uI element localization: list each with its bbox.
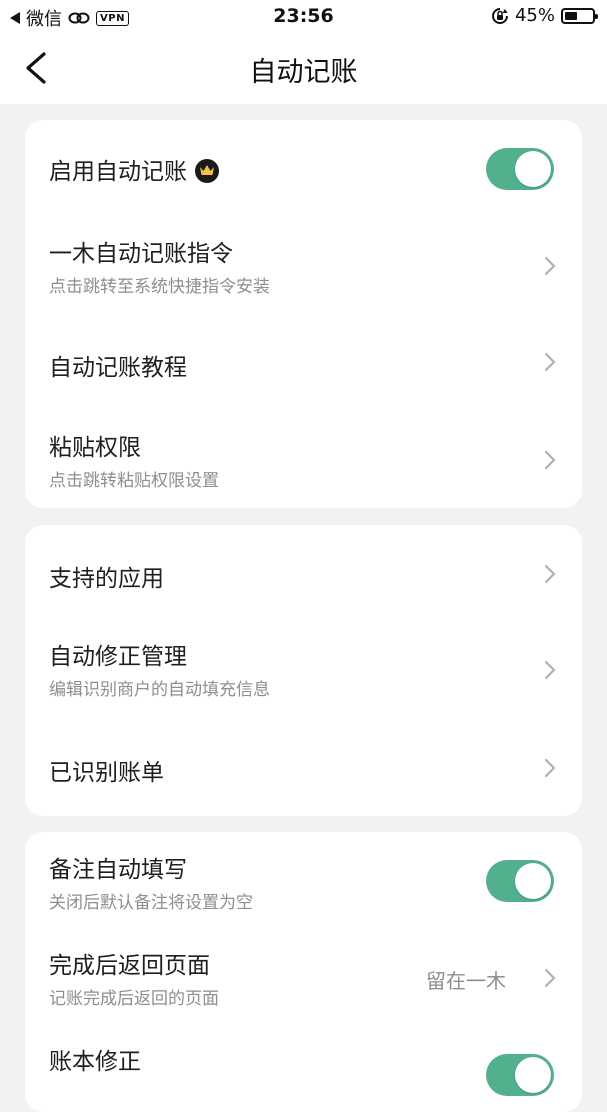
enable-auto-accounting-toggle[interactable] (486, 148, 554, 190)
row-subtitle: 关闭后默认备注将设置为空 (49, 893, 253, 913)
row-title: 备注自动填写 (49, 857, 187, 883)
chevron-right-icon (544, 352, 556, 372)
chevron-right-icon (544, 564, 556, 584)
return-page-value: 留在一木 (426, 969, 506, 993)
row-title: 启用自动记账 (49, 159, 187, 185)
battery-fill (565, 11, 577, 20)
row-enable-auto-accounting: 启用自动记账 (25, 120, 582, 216)
card-apps-and-bills: 支持的应用 自动修正管理 编辑识别商户的自动填充信息 已识别账单 (25, 525, 582, 816)
row-note-autofill: 备注自动填写 关闭后默认备注将设置为空 (25, 832, 582, 928)
nav-bar: 自动记账 (0, 34, 607, 102)
battery-icon (561, 7, 598, 24)
row-title: 账本修正 (49, 1049, 141, 1075)
vip-crown-icon (195, 158, 219, 183)
row-subtitle: 点击跳转粘贴权限设置 (49, 471, 219, 491)
row-subtitle: 编辑识别商户的自动填充信息 (49, 680, 270, 700)
top-area: 微信 VPN 23:56 45% 自动记账 (0, 0, 607, 104)
chevron-right-icon (544, 256, 556, 276)
row-recognized-bills[interactable]: 已识别账单 (25, 719, 582, 815)
row-title: 自动记账教程 (49, 355, 187, 381)
chevron-right-icon (544, 758, 556, 778)
toggle-knob (515, 863, 551, 899)
status-right: 45% (491, 5, 598, 26)
page-title: 自动记账 (249, 57, 358, 88)
row-title: 自动修正管理 (49, 644, 187, 670)
row-paste-permission[interactable]: 粘贴权限 点击跳转粘贴权限设置 (25, 410, 582, 506)
chevron-right-icon (544, 450, 556, 470)
row-tutorial[interactable]: 自动记账教程 (25, 312, 582, 408)
ledger-correction-toggle[interactable] (486, 1054, 554, 1096)
status-bar: 微信 VPN 23:56 45% (0, 0, 607, 34)
row-auto-correction[interactable]: 自动修正管理 编辑识别商户的自动填充信息 (25, 621, 582, 717)
row-ledger-correction: 账本修正 (25, 1026, 582, 1112)
row-title: 完成后返回页面 (49, 953, 210, 979)
chevron-right-icon (544, 660, 556, 680)
row-title: 支持的应用 (49, 566, 164, 592)
row-subtitle: 点击跳转至系统快捷指令安装 (49, 277, 270, 297)
card-preferences: 备注自动填写 关闭后默认备注将设置为空 完成后返回页面 记账完成后返回的页面 留… (25, 832, 582, 1112)
row-return-page[interactable]: 完成后返回页面 记账完成后返回的页面 留在一木 (25, 930, 582, 1026)
row-subtitle: 记账完成后返回的页面 (49, 989, 219, 1009)
row-title: 一木自动记账指令 (49, 241, 233, 267)
toggle-knob (515, 151, 551, 187)
chevron-right-icon (544, 968, 556, 988)
row-title: 已识别账单 (49, 760, 164, 786)
note-autofill-toggle[interactable] (486, 860, 554, 902)
toggle-knob (515, 1057, 551, 1093)
battery-percent: 45% (514, 5, 555, 26)
card-auto-accounting: 启用自动记账 一木自动记账指令 点击跳转至系统快捷指令安装 自动记账教程 粘贴权… (25, 120, 582, 508)
rotation-lock-icon (491, 7, 508, 24)
row-title: 粘贴权限 (49, 435, 141, 461)
row-supported-apps[interactable]: 支持的应用 (25, 525, 582, 621)
row-shortcut-command[interactable]: 一木自动记账指令 点击跳转至系统快捷指令安装 (25, 216, 582, 312)
